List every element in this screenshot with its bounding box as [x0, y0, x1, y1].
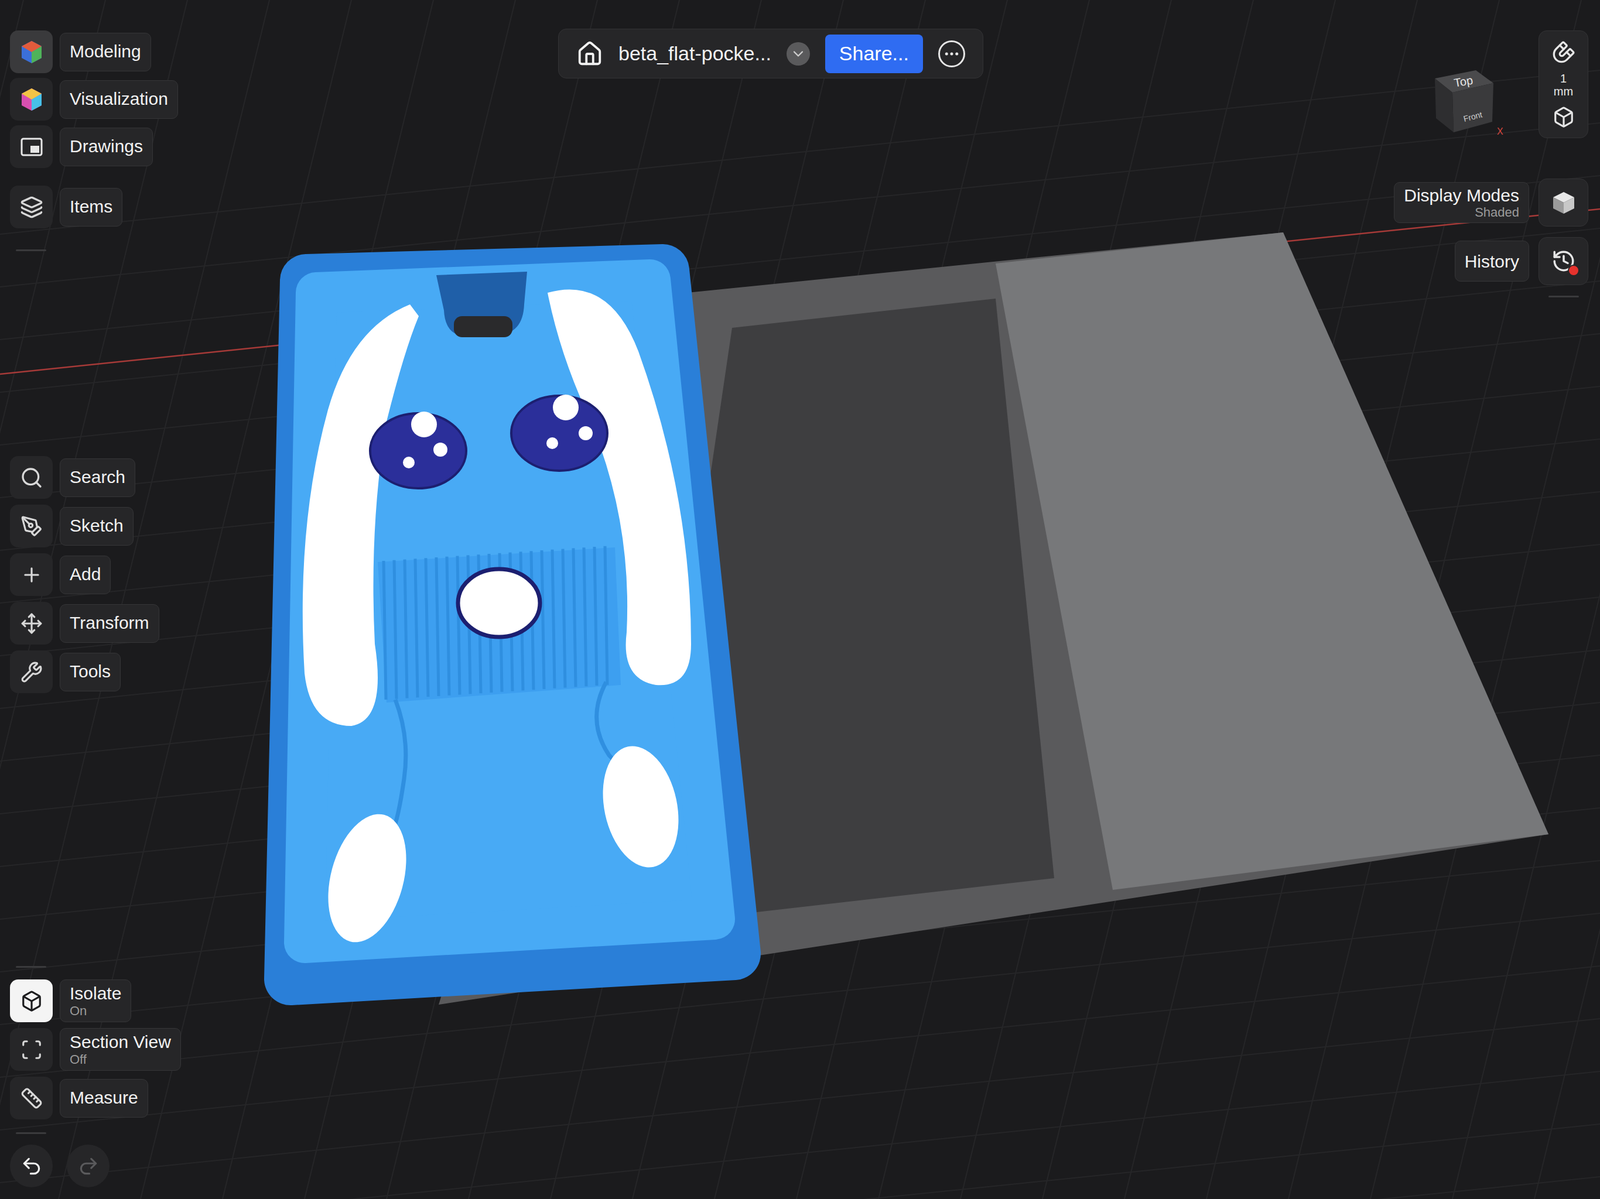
separator-top	[15, 249, 47, 252]
undo-redo-group	[9, 1144, 181, 1188]
display-modes-label: Display ModesShaded	[1393, 182, 1530, 224]
separator-bottom	[15, 966, 47, 969]
mode-0[interactable]: Modeling	[9, 30, 181, 74]
layers-icon	[19, 195, 44, 220]
phone-case-model[interactable]	[290, 270, 735, 980]
transform-icon	[20, 612, 43, 635]
mode-1-label: Visualization	[59, 80, 179, 119]
items-label: Items	[59, 187, 123, 227]
search[interactable]: Search	[9, 456, 181, 499]
view-toggle-group: IsolateOn Section ViewOff Measure	[9, 979, 181, 1120]
measure-label: Measure	[59, 1079, 149, 1119]
tools-button[interactable]	[9, 650, 53, 694]
section-view-label: Section ViewOff	[59, 1028, 181, 1072]
mode-2-button[interactable]	[9, 125, 53, 169]
mode-group: Modeling Visualization Drawings Items	[9, 30, 181, 252]
tools-label: Tools	[59, 653, 121, 692]
redo-icon	[77, 1155, 100, 1178]
tool-group: Search Sketch Add Transform Tools	[9, 456, 181, 694]
modeling-icon	[18, 39, 45, 66]
mode-1[interactable]: Visualization	[9, 77, 181, 121]
more-button[interactable]	[938, 40, 966, 68]
undo-button[interactable]	[9, 1144, 53, 1188]
display-modes[interactable]: Display ModesShaded	[1393, 178, 1589, 227]
tools-icon	[20, 661, 43, 684]
isolate-label: IsolateOn	[59, 979, 132, 1023]
add-label: Add	[59, 555, 111, 595]
measure-button[interactable]	[9, 1077, 53, 1120]
add[interactable]: Add	[9, 553, 181, 597]
history-button[interactable]	[1538, 237, 1589, 286]
section-view-icon	[20, 1038, 43, 1062]
items[interactable]: Items	[9, 185, 181, 229]
isolate-button[interactable]	[9, 979, 53, 1023]
document-title[interactable]: beta_flat-pocke...	[618, 38, 772, 69]
title-dropdown[interactable]	[786, 42, 810, 66]
mode-2[interactable]: Drawings	[9, 125, 181, 169]
snap-panel: 1mm	[1538, 30, 1589, 139]
section-view[interactable]: Section ViewOff	[9, 1028, 181, 1072]
measure[interactable]: Measure	[9, 1077, 181, 1120]
display-modes-button[interactable]	[1538, 178, 1589, 227]
axis-icon[interactable]	[1552, 106, 1575, 129]
separator-undo	[15, 1132, 47, 1135]
chevron-down-icon	[790, 45, 807, 63]
add-button[interactable]	[9, 553, 53, 597]
viewport-canvas[interactable]	[0, 0, 1600, 1199]
mode-1-button[interactable]	[9, 77, 53, 121]
separator-right	[1548, 295, 1579, 298]
app-window: Modeling Visualization Drawings Items Search…	[0, 0, 1600, 1199]
sketch[interactable]: Sketch	[9, 504, 181, 548]
home-icon[interactable]	[576, 40, 604, 68]
history-alert-badge	[1567, 264, 1580, 277]
drawings-icon	[18, 134, 45, 160]
history[interactable]: History	[1454, 237, 1589, 286]
document-bar: beta_flat-pocke... Share...	[558, 28, 984, 79]
isolate[interactable]: IsolateOn	[9, 979, 181, 1023]
sketch-button[interactable]	[9, 504, 53, 548]
grid-size[interactable]: 1mm	[1553, 72, 1574, 98]
search-button[interactable]	[9, 456, 53, 499]
transform-label: Transform	[59, 604, 160, 644]
mode-0-button[interactable]	[9, 30, 53, 74]
add-icon	[20, 563, 43, 587]
transform-button[interactable]	[9, 602, 53, 645]
sketch-label: Sketch	[59, 507, 134, 546]
items-button[interactable]	[9, 185, 53, 229]
more-icon	[942, 45, 961, 63]
left-toolbar: Modeling Visualization Drawings Items Search…	[9, 30, 181, 1188]
redo-button[interactable]	[66, 1144, 110, 1188]
search-label: Search	[59, 458, 136, 498]
shaded-cube-icon	[1550, 189, 1577, 216]
section-view-button[interactable]	[9, 1028, 53, 1072]
isolate-icon	[20, 990, 43, 1013]
svg-text:Front: Front	[1462, 109, 1484, 123]
magnet-icon[interactable]	[1551, 40, 1576, 64]
measure-icon	[20, 1087, 43, 1110]
mode-0-label: Modeling	[59, 32, 152, 72]
mode-2-label: Drawings	[59, 127, 153, 167]
transform[interactable]: Transform	[9, 602, 181, 645]
view-cube[interactable]: Top Front X	[1423, 65, 1506, 142]
search-icon	[19, 466, 44, 490]
svg-text:X: X	[1496, 126, 1504, 137]
visualization-icon	[18, 86, 45, 113]
sketch-icon	[20, 515, 43, 538]
share-button[interactable]: Share...	[825, 34, 923, 74]
svg-text:Top: Top	[1453, 73, 1475, 90]
tools[interactable]: Tools	[9, 650, 181, 694]
history-label: History	[1454, 240, 1530, 282]
undo-icon	[20, 1155, 43, 1178]
